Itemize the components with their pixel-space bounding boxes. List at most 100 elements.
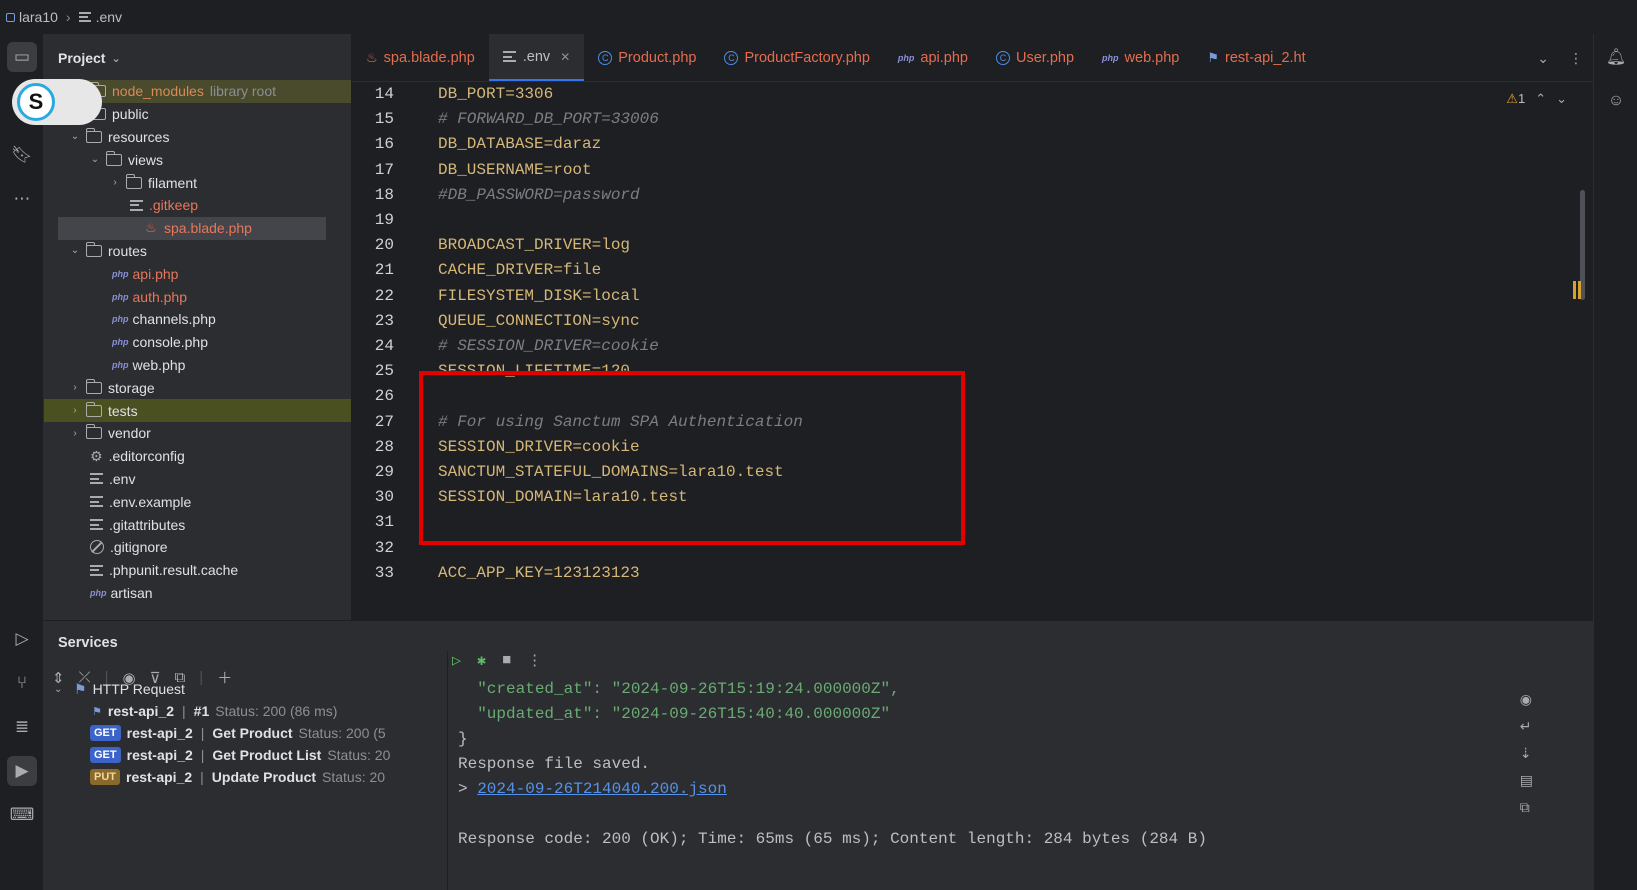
chevron-right-icon[interactable]: › <box>68 382 82 393</box>
service-status: Status: 200 (5 <box>298 725 386 741</box>
php-icon: php <box>112 268 129 279</box>
tree-node-phpunit-cache[interactable]: .phpunit.result.cache <box>44 559 351 582</box>
folder-icon <box>85 127 102 143</box>
tree-node-vendor[interactable]: › vendor <box>44 422 351 445</box>
folder-icon[interactable]: ▭ <box>7 42 37 72</box>
tab-product-factory[interactable]: C ProductFactory.php <box>710 34 883 81</box>
chevron-right-icon[interactable]: › <box>108 177 122 188</box>
scroll-to-end-icon[interactable]: ⇣ <box>1520 745 1533 762</box>
bookmark-icon[interactable]: 🔖︎ <box>7 140 37 170</box>
chevron-down-icon[interactable]: ⌄ <box>88 154 102 165</box>
response-file-link[interactable]: 2024-09-26T214040.200.json <box>477 780 727 798</box>
tree-node-gitignore[interactable]: .gitignore <box>44 536 351 559</box>
database-icon[interactable]: ≣ <box>7 712 37 742</box>
tree-node-api-php[interactable]: php api.php <box>44 262 351 285</box>
tree-node-gitattributes[interactable]: .gitattributes <box>44 513 351 536</box>
service-run-row[interactable]: ⚑ rest-api_2 | #1 Status: 200 (86 ms) <box>92 700 337 722</box>
tree-node-env-example[interactable]: .env.example <box>44 490 351 513</box>
chevron-down-icon[interactable]: ⌄ <box>1537 50 1549 67</box>
tree-node-tests[interactable]: › tests <box>44 399 351 422</box>
debug-icon[interactable]: ✱ <box>477 651 486 670</box>
chevron-down-icon[interactable]: ⌄ <box>68 131 82 142</box>
breadcrumb-project[interactable]: lara10 <box>19 9 58 25</box>
more-vertical-icon[interactable]: ⋮ <box>527 651 542 670</box>
tree-node-artisan[interactable]: php artisan <box>44 582 351 605</box>
class-icon: C <box>598 50 613 65</box>
eye-icon[interactable]: ◉ <box>1520 691 1533 708</box>
chevron-down-icon[interactable]: ⌄ <box>68 245 82 256</box>
tab-label: spa.blade.php <box>383 49 475 66</box>
tree-node-auth-php[interactable]: php auth.php <box>44 285 351 308</box>
service-name: rest-api_2 <box>107 703 175 719</box>
chevron-down-icon[interactable]: ⌄ <box>1556 91 1567 107</box>
more-icon[interactable]: ⋯ <box>7 184 37 214</box>
code-line[interactable]: #DB_PASSWORD=password <box>438 186 640 204</box>
tab-spa-blade[interactable]: ♨ spa.blade.php <box>352 34 489 81</box>
left-tool-stripe: ▭ 🔖︎ ⋯ ▷ ⑂ ≣ ▶ ⌨ <box>0 34 44 890</box>
code-line[interactable]: QUEUE_CONNECTION=sync <box>438 312 640 330</box>
code-line[interactable]: FILESYSTEM_DISK=local <box>438 287 640 305</box>
run-icon[interactable]: ▷ <box>7 624 37 654</box>
run-icon[interactable]: ▷ <box>452 651 461 670</box>
code-line[interactable]: DB_DATABASE=daraz <box>438 135 601 153</box>
ai-assistant-icon[interactable]: ☺ <box>1601 86 1631 116</box>
code-line[interactable]: CACHE_DRIVER=file <box>438 261 601 279</box>
warning-count: 1 <box>1517 91 1526 106</box>
panel-divider[interactable] <box>447 651 448 890</box>
code-line[interactable]: BROADCAST_DRIVER=log <box>438 236 630 254</box>
notifications-icon[interactable]: 🔔︎ <box>1601 42 1631 72</box>
close-icon[interactable]: ✕ <box>560 50 570 64</box>
tab-label: api.php <box>920 49 968 66</box>
chevron-right-icon[interactable]: › <box>68 428 82 439</box>
tab-env[interactable]: .env ✕ <box>488 34 585 81</box>
service-request-row[interactable]: GET rest-api_2 | Get Product Status: 200… <box>90 722 386 744</box>
tab-label: web.php <box>1124 49 1180 66</box>
print-icon[interactable]: ▤ <box>1520 772 1533 789</box>
service-group-label: HTTP Request <box>92 681 185 697</box>
inspection-widget[interactable]: ⚠1 ⌃ ⌄ <box>1506 91 1567 107</box>
service-group-http[interactable]: ⌄ ⚑ HTTP Request <box>54 678 185 700</box>
chevron-down-icon[interactable]: ⌄ <box>54 684 68 695</box>
stop-icon[interactable]: ■ <box>502 652 511 669</box>
tree-node-routes[interactable]: ⌄ routes <box>44 240 351 263</box>
copy-icon[interactable]: ⧉ <box>1520 799 1533 816</box>
tab-rest-api[interactable]: ⚑ rest-api_2.ht <box>1193 34 1319 81</box>
project-panel-header[interactable]: Project ⌄ <box>44 34 351 82</box>
console-line: Response file saved. <box>458 755 651 773</box>
code-line[interactable]: # FORWARD_DB_PORT=33006 <box>438 110 659 128</box>
line-number: 28 <box>374 437 394 456</box>
breadcrumb-file[interactable]: .env <box>96 9 122 25</box>
tree-node-editorconfig[interactable]: ⚙ .editorconfig <box>44 445 351 468</box>
tree-node-console-php[interactable]: php console.php <box>44 331 351 354</box>
request-name: Get Product List <box>212 747 322 763</box>
code-line[interactable]: ACC_APP_KEY=123123123 <box>438 564 640 582</box>
tree-node-env[interactable]: .env <box>44 468 351 491</box>
chevron-up-icon[interactable]: ⌃ <box>1535 91 1546 107</box>
response-console[interactable]: ▷ ✱ ■ ⋮ "created_at": "2024-09-26T15:19:… <box>452 621 1538 890</box>
services-icon[interactable]: ▶ <box>7 756 37 786</box>
tree-node-channels-php[interactable]: php channels.php <box>44 308 351 331</box>
service-request-row[interactable]: GET rest-api_2 | Get Product List Status… <box>90 744 390 766</box>
project-panel-title: Project <box>58 50 106 66</box>
wrap-icon[interactable]: ↵ <box>1520 718 1533 735</box>
more-vertical-icon[interactable]: ⋮ <box>1569 50 1583 67</box>
git-branch-icon[interactable]: ⑂ <box>7 668 37 698</box>
chevron-right-icon[interactable]: › <box>68 405 82 416</box>
tree-node-gitkeep[interactable]: .gitkeep <box>44 194 351 217</box>
tree-node-resources[interactable]: ⌄ resources <box>44 126 351 149</box>
tab-product[interactable]: C Product.php <box>584 34 710 81</box>
code-line[interactable]: DB_USERNAME=root <box>438 161 592 179</box>
terminal-icon[interactable]: ⌨ <box>7 800 37 830</box>
tab-user[interactable]: C User.php <box>982 34 1088 81</box>
tree-node-filament[interactable]: › filament <box>44 171 351 194</box>
code-line[interactable]: # SESSION_DRIVER=cookie <box>438 337 659 355</box>
tree-node-web-php[interactable]: php web.php <box>44 354 351 377</box>
code-line[interactable]: DB_PORT=3306 <box>438 85 553 103</box>
tab-api[interactable]: php api.php <box>884 34 982 81</box>
add-icon[interactable]: ＋ <box>217 667 232 688</box>
service-request-row[interactable]: PUT rest-api_2 | Update Product Status: … <box>90 766 385 788</box>
tree-node-views[interactable]: ⌄ views <box>44 148 351 171</box>
tree-node-spa-blade[interactable]: ♨ spa.blade.php <box>58 216 326 240</box>
tab-web[interactable]: php web.php <box>1088 34 1193 81</box>
tree-node-storage[interactable]: › storage <box>44 376 351 399</box>
